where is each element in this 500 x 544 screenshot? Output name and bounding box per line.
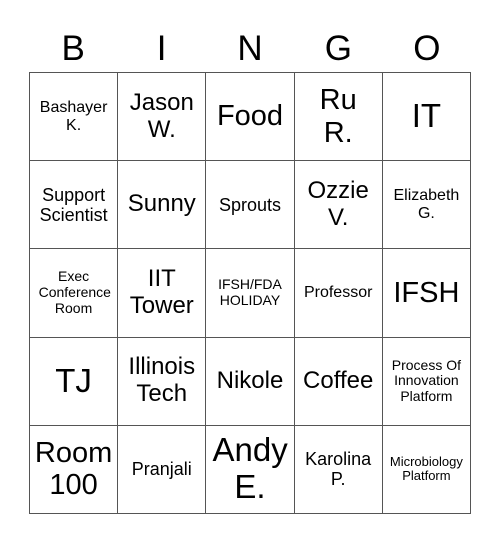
bingo-cell[interactable]: IFSH/FDA HOLIDAY: [206, 249, 295, 338]
cell-text: Nikole: [216, 366, 284, 394]
cell-text: Support Scientist: [39, 184, 108, 225]
cell-text: Pranjali: [131, 459, 192, 480]
cell-text: IFSH: [393, 276, 460, 309]
cell-text: TJ: [55, 361, 92, 399]
cell-text: Illinois Tech: [128, 353, 196, 408]
cell-text: IT: [411, 97, 442, 135]
bingo-grid: Bashayer K. Jason W. Food Ru R. IT Suppo…: [29, 72, 471, 514]
bingo-header: B I N G O: [29, 26, 471, 72]
bingo-cell[interactable]: Exec Conference Room: [30, 249, 119, 338]
bingo-cell[interactable]: Food: [206, 73, 295, 162]
bingo-cell[interactable]: Pranjali: [118, 425, 207, 514]
bingo-cell[interactable]: Microbiology Platform: [382, 425, 471, 514]
cell-text: Sprouts: [218, 194, 282, 215]
bingo-cell[interactable]: Ozzie V.: [294, 161, 383, 250]
bingo-cell[interactable]: IFSH: [382, 249, 471, 338]
header-letter-b: B: [61, 29, 85, 68]
bingo-cell[interactable]: Bashayer K.: [30, 73, 119, 162]
bingo-cell[interactable]: IT: [382, 73, 471, 162]
bingo-cell[interactable]: Ru R.: [294, 73, 383, 162]
header-letter-o: O: [413, 29, 441, 68]
bingo-cell[interactable]: Room 100: [30, 425, 119, 514]
cell-text: Professor: [303, 284, 373, 302]
header-letter-i: I: [156, 29, 167, 68]
cell-text: Elizabeth G.: [393, 186, 460, 222]
bingo-cell[interactable]: IIT Tower: [118, 249, 207, 338]
cell-text: Ru R.: [319, 84, 357, 149]
cell-text: Microbiology Platform: [389, 453, 463, 484]
bingo-cell[interactable]: Andy E.: [206, 425, 295, 514]
bingo-cell[interactable]: Support Scientist: [30, 161, 119, 250]
cell-text: Ozzie V.: [307, 176, 369, 231]
bingo-cell[interactable]: Sunny: [118, 161, 207, 250]
cell-text: IFSH/FDA HOLIDAY: [218, 276, 282, 308]
cell-text: Bashayer K.: [39, 98, 108, 134]
bingo-cell[interactable]: Sprouts: [206, 161, 295, 250]
cell-text: Sunny: [127, 190, 196, 218]
cell-text: Andy E.: [212, 431, 288, 506]
cell-text: Food: [216, 100, 284, 133]
cell-text: Exec Conference Room: [38, 268, 111, 316]
bingo-cell[interactable]: Nikole: [206, 337, 295, 426]
bingo-cell[interactable]: Illinois Tech: [118, 337, 207, 426]
bingo-cell[interactable]: Process Of Innovation Platform: [382, 337, 471, 426]
bingo-cell[interactable]: Coffee: [294, 337, 383, 426]
cell-text: Karolina P.: [305, 449, 372, 490]
bingo-cell[interactable]: Karolina P.: [294, 425, 383, 514]
bingo-cell[interactable]: Elizabeth G.: [382, 161, 471, 250]
header-letter-g: G: [324, 29, 353, 68]
cell-text: Jason W.: [129, 88, 194, 143]
cell-text: IIT Tower: [129, 265, 194, 319]
header-letter-n: N: [237, 29, 263, 68]
cell-text: Process Of Innovation Platform: [391, 356, 462, 405]
cell-text: Coffee: [303, 366, 374, 394]
bingo-cell[interactable]: TJ: [30, 337, 119, 426]
bingo-cell[interactable]: Jason W.: [118, 73, 207, 162]
bingo-cell[interactable]: Professor: [294, 249, 383, 338]
cell-text: Room 100: [34, 436, 113, 502]
